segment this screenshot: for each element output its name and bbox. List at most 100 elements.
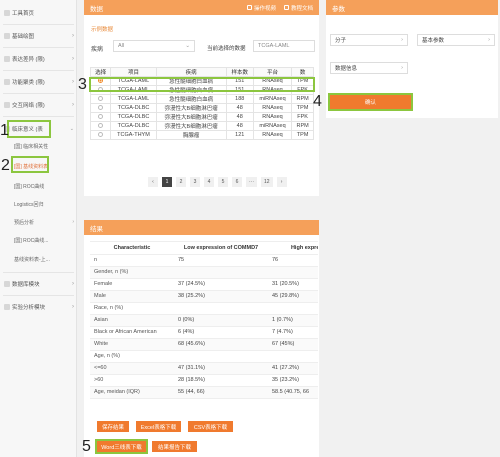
sidebar-subitem-prognosis[interactable]: 预后分析 ›: [14, 216, 74, 228]
table-cell: 弥漫性大B细胞淋巴瘤: [155, 121, 227, 131]
table-row: Asian 0 (0%) 1 (0.7%): [90, 314, 318, 327]
expression-icon: [4, 56, 10, 62]
chevron-right-icon: ›: [72, 79, 74, 85]
sidebar-item-database[interactable]: 数据库模块 ›: [4, 277, 74, 291]
chevron-right-icon: ›: [72, 102, 74, 108]
column-header: 选择: [89, 67, 112, 77]
sidebar-subitem-baseline-upload[interactable]: 基线资料表-上...: [14, 253, 74, 265]
table-row: Age, meidan (IQR) 55 (44, 66) 58.5 (40.75,…: [90, 386, 318, 399]
divider: [3, 24, 74, 25]
video-button[interactable]: 操作视频: [246, 4, 276, 12]
page-ellipsis: ···: [246, 177, 257, 187]
radio[interactable]: [98, 132, 104, 138]
radio[interactable]: [98, 105, 104, 111]
divider: [3, 295, 74, 296]
table-cell: TCGA-DLBC: [110, 112, 157, 122]
sidebar-item-cluster[interactable]: 功能聚类 (限) ›: [4, 75, 74, 89]
table-row[interactable]: TCGA-DLBC 弥漫性大B细胞淋巴瘤 48 RNAseq TPM: [89, 103, 314, 113]
doc-icon: [283, 5, 289, 10]
table-row[interactable]: TCGA-DLBC 弥漫性大B细胞淋巴瘤 48 miRNAseq RPM: [89, 121, 314, 131]
data-info-select[interactable]: 数据信息 ›: [330, 62, 408, 74]
molecule-select[interactable]: 分子 ›: [330, 34, 408, 46]
sidebar-subitem-roc[interactable]: [国] ROC曲线: [14, 180, 74, 192]
table-cell: TPM: [291, 130, 314, 140]
annotation-number-4: 4: [313, 93, 322, 110]
divider: [3, 272, 74, 273]
column-header: 样本数: [225, 67, 254, 77]
sidebar: 工具首页 基础绘图 › 表达差异 (限) › 功能聚类 (限) › 交互网络 (…: [0, 0, 77, 457]
report-download-button[interactable]: 结果报告下载: [152, 441, 197, 452]
page-button[interactable]: 1: [162, 177, 172, 187]
table-cell: 48: [225, 103, 254, 113]
excel-download-button[interactable]: Excel表格下载: [136, 421, 181, 432]
chevron-right-icon: ›: [72, 56, 74, 62]
page-prev-button[interactable]: ‹: [148, 177, 158, 187]
table-row: Age, n (%): [90, 350, 318, 363]
chevron-down-icon: ⌄: [69, 126, 74, 132]
result-table-container[interactable]: Characteristic Low expression of COMMD7 …: [90, 241, 318, 408]
page-button[interactable]: 4: [204, 177, 214, 187]
table-cell: miRNAseq: [252, 94, 293, 104]
disease-filter-label: 疾病: [91, 47, 104, 53]
sidebar-subitem-roc-2[interactable]: [国] ROC曲线...: [14, 234, 74, 246]
csv-download-button[interactable]: CSV表格下载: [188, 421, 233, 432]
chevron-right-icon: ›: [72, 33, 74, 39]
table-row: Race, n (%): [90, 302, 318, 315]
network-icon: [4, 102, 10, 108]
chevron-right-icon: ›: [401, 65, 403, 71]
page-button[interactable]: 2: [176, 177, 186, 187]
radio[interactable]: [98, 114, 104, 120]
sidebar-item-home[interactable]: 工具首页: [4, 6, 74, 20]
sidebar-subitem-logistics[interactable]: Logistics回归: [14, 198, 74, 210]
sidebar-subitem-clinical-correlation[interactable]: [国] 临床相关性: [14, 140, 74, 152]
radio[interactable]: [98, 123, 104, 129]
page-button[interactable]: 5: [218, 177, 228, 187]
table-cell: 121: [225, 130, 254, 140]
docs-button[interactable]: 教程文档: [283, 4, 313, 12]
table-cell: 急性髓细胞白血病: [155, 94, 227, 104]
table-row[interactable]: TCGA-THYM 胸腺瘤 121 RNAseq TPM: [89, 130, 314, 140]
sidebar-item-experiment[interactable]: 实验分析模块 ›: [4, 300, 74, 314]
panel-title: 参数: [332, 5, 345, 13]
page-button[interactable]: 6: [232, 177, 242, 187]
table-cell: 188: [225, 94, 254, 104]
highlight-box-3: [89, 77, 315, 92]
sidebar-item-label: 工具首页: [12, 11, 35, 17]
divider: [3, 47, 74, 48]
table-row[interactable]: TCGA-LAML 急性髓细胞白血病 188 miRNAseq RPM: [89, 94, 314, 104]
chart-icon: [4, 33, 10, 39]
table-header-row: Characteristic Low expression of COMMD7 …: [90, 242, 318, 255]
sidebar-item-basic-plot[interactable]: 基础绘图 ›: [4, 29, 74, 43]
radio[interactable]: [98, 96, 104, 102]
page-button[interactable]: 12: [261, 177, 273, 187]
page-next-button[interactable]: ›: [276, 177, 287, 187]
table-row[interactable]: TCGA-DLBC 弥漫性大B细胞淋巴瘤 48 RNAseq FPK: [89, 112, 314, 122]
table-cell: RNAseq: [252, 103, 293, 113]
column-header: 数: [291, 67, 314, 77]
column-header: Characteristic: [90, 242, 174, 255]
table-row: Gender, n (%): [90, 266, 318, 279]
column-header: 疾病: [155, 67, 227, 77]
table-row: n 75 76: [90, 254, 318, 267]
panel-actions: 操作视频 教程文档: [246, 4, 313, 12]
table-cell: 弥漫性大B细胞淋巴瘤: [155, 103, 227, 113]
page-button[interactable]: 3: [190, 177, 200, 187]
save-result-button[interactable]: 保存结果: [97, 421, 129, 432]
disease-filter-select[interactable]: All ⌄: [113, 40, 195, 52]
table-cell: RNAseq: [252, 112, 293, 122]
sidebar-item-label: 表达差异 (限): [12, 57, 45, 63]
column-header: 平台: [252, 67, 293, 77]
annotation-number-1: 1: [0, 122, 9, 139]
chevron-right-icon: ›: [401, 37, 403, 43]
sidebar-item-expression[interactable]: 表达差异 (限) ›: [4, 52, 74, 66]
sample-data-link[interactable]: 示例数据: [91, 25, 113, 33]
basic-params-select[interactable]: 基本参数 ›: [417, 34, 495, 46]
selected-data-label: 当前选择的数据: [207, 46, 246, 52]
table-cell: FPK: [291, 112, 314, 122]
chevron-right-icon: ›: [72, 304, 74, 310]
table-row: <=60 47 (31.1%) 41 (27.2%): [90, 362, 318, 375]
table-cell: 48: [225, 112, 254, 122]
sidebar-item-network[interactable]: 交互网络 (限) ›: [4, 98, 74, 112]
table-row: Male 38 (25.2%) 45 (29.8%): [90, 290, 318, 303]
annotation-number-3: 3: [78, 76, 87, 93]
